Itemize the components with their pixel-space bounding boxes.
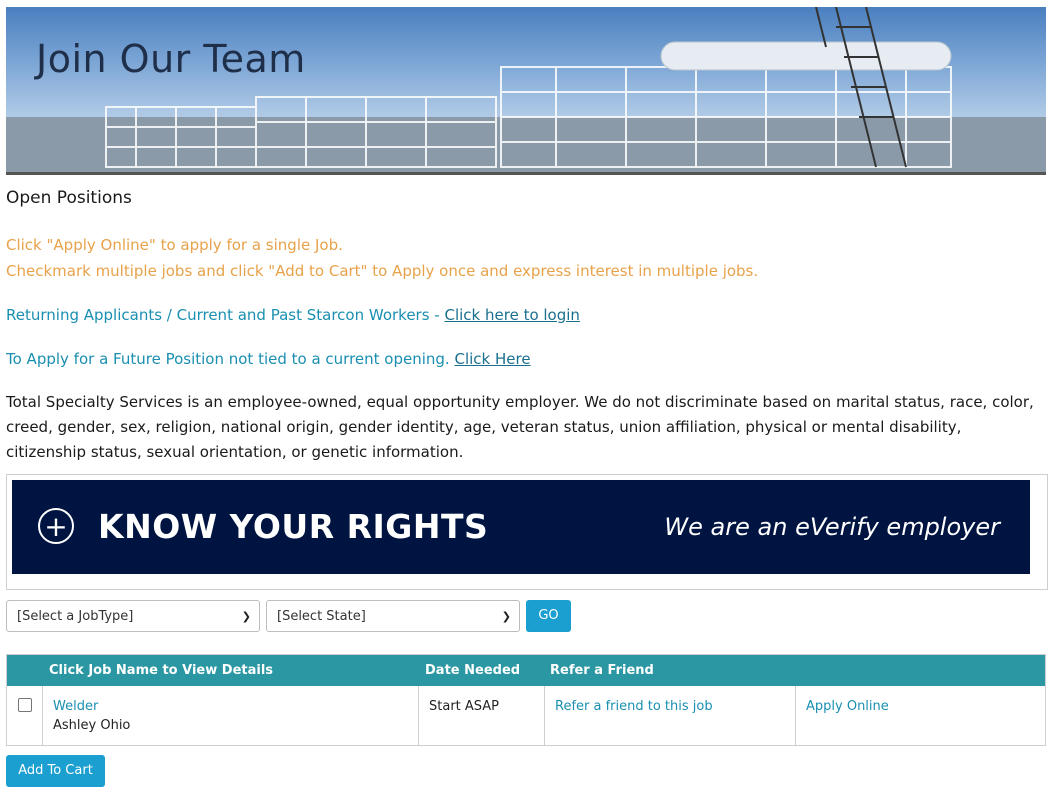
chevron-down-icon: ❯ bbox=[501, 610, 511, 623]
add-to-cart-button[interactable]: Add To Cart bbox=[6, 755, 105, 787]
plus-circle-icon[interactable]: + bbox=[38, 508, 74, 544]
state-select-value: [Select State] bbox=[277, 609, 366, 624]
job-checkbox[interactable] bbox=[18, 698, 32, 712]
apply-online-link[interactable]: Apply Online bbox=[806, 699, 889, 714]
job-location: Ashley Ohio bbox=[53, 718, 131, 733]
job-name-link[interactable]: Welder bbox=[53, 699, 98, 714]
header-job: Click Job Name to View Details bbox=[49, 663, 274, 678]
date-cell: Start ASAP bbox=[419, 686, 545, 745]
table-row: Welder Ashley Ohio Start ASAP Refer a fr… bbox=[7, 686, 1045, 745]
chevron-down-icon: ❯ bbox=[241, 610, 251, 623]
future-position-link[interactable]: Click Here bbox=[454, 350, 530, 368]
go-button[interactable]: GO bbox=[526, 600, 571, 632]
header-refer: Refer a Friend bbox=[550, 663, 654, 678]
everify-text: We are an eVerify employer bbox=[664, 513, 1000, 541]
jobtype-select-value: [Select a JobType] bbox=[17, 609, 134, 624]
construction-illustration bbox=[6, 7, 1046, 172]
apply-cell: Apply Online bbox=[796, 686, 1045, 745]
instruction-multiple: Checkmark multiple jobs and click "Add t… bbox=[6, 262, 759, 280]
future-position-text: To Apply for a Future Position not tied … bbox=[6, 350, 455, 368]
date-needed: Start ASAP bbox=[429, 699, 500, 714]
returning-applicants: Returning Applicants / Current and Past … bbox=[6, 306, 580, 324]
login-link[interactable]: Click here to login bbox=[444, 306, 579, 324]
know-your-rights-banner[interactable]: + KNOW YOUR RIGHTS We are an eVerify emp… bbox=[6, 474, 1048, 590]
know-your-rights-inner: + KNOW YOUR RIGHTS We are an eVerify emp… bbox=[12, 480, 1030, 574]
refer-cell: Refer a friend to this job bbox=[545, 686, 796, 745]
job-cell: Welder Ashley Ohio bbox=[43, 686, 419, 745]
header-banner: Join Our Team bbox=[6, 7, 1046, 175]
refer-friend-link[interactable]: Refer a friend to this job bbox=[555, 699, 713, 714]
future-position: To Apply for a Future Position not tied … bbox=[6, 350, 531, 368]
returning-applicants-text: Returning Applicants / Current and Past … bbox=[6, 306, 445, 324]
state-select[interactable]: [Select State] ❯ bbox=[266, 600, 520, 632]
jobs-table: Click Job Name to View Details Date Need… bbox=[6, 654, 1046, 746]
jobtype-select[interactable]: [Select a JobType] ❯ bbox=[6, 600, 260, 632]
eeo-statement: Total Specialty Services is an employee-… bbox=[6, 393, 1034, 461]
instruction-single: Click "Apply Online" to apply for a sing… bbox=[6, 236, 343, 254]
header-date: Date Needed bbox=[425, 663, 521, 678]
banner-title: Join Our Team bbox=[36, 37, 306, 81]
page-title: Open Positions bbox=[6, 188, 132, 208]
select-cell bbox=[7, 686, 43, 745]
table-header: Click Job Name to View Details Date Need… bbox=[7, 655, 1045, 686]
know-your-rights-title: KNOW YOUR RIGHTS bbox=[98, 507, 489, 546]
